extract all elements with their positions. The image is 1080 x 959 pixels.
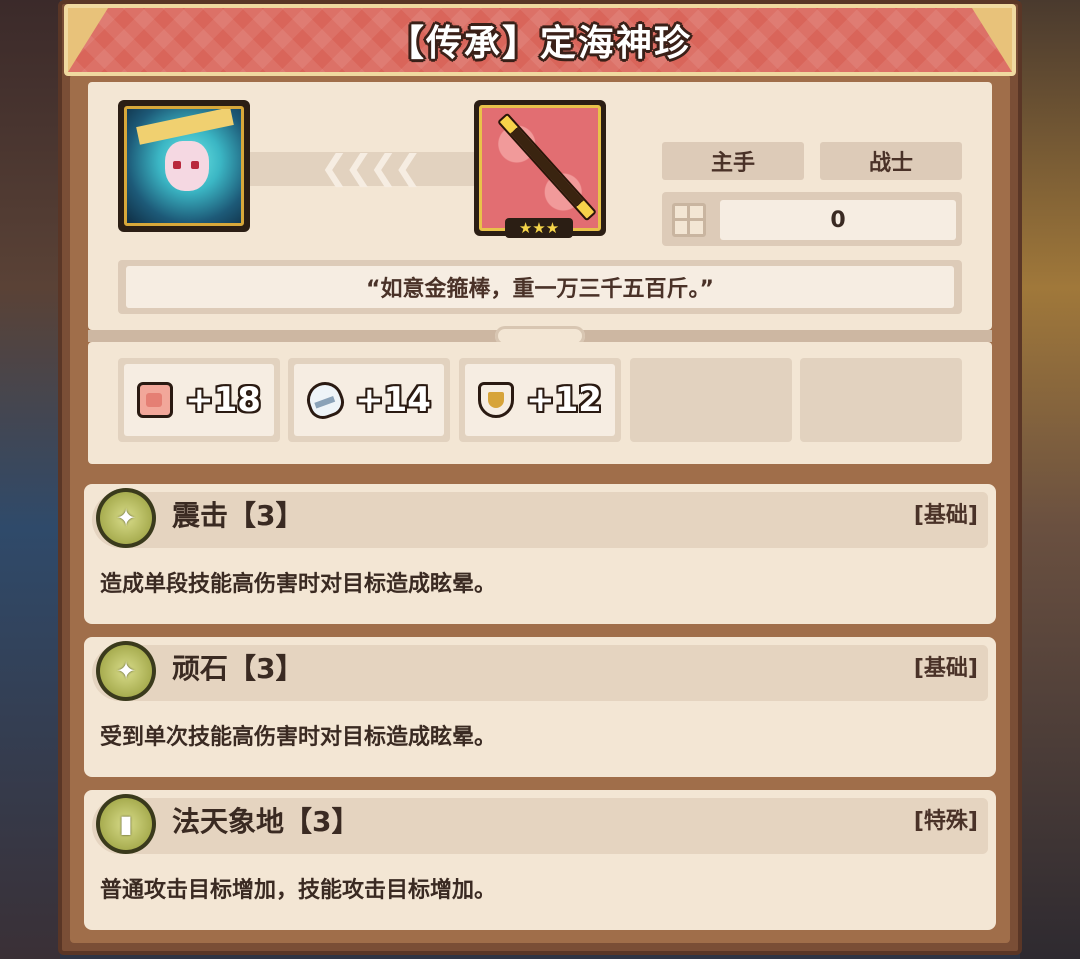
skill-card[interactable]: ✦ 震击【3】 [基础] 造成单段技能高伤害时对目标造成眩晕。 bbox=[84, 484, 996, 624]
item-quote: “如意金箍棒，重一万三千五百斤。” bbox=[126, 266, 954, 308]
stat-value: +18 bbox=[185, 380, 261, 420]
stat-empty-slot bbox=[800, 358, 962, 442]
title-banner: 【传承】定海神珍 bbox=[64, 4, 1016, 76]
shoe-icon bbox=[302, 376, 349, 424]
stat-speed[interactable]: +14 bbox=[288, 358, 450, 442]
skill-type: [特殊] bbox=[913, 809, 978, 834]
star-icon: ★ bbox=[518, 218, 533, 237]
stat-value: +14 bbox=[355, 380, 431, 420]
star-icon: ★ bbox=[545, 218, 560, 237]
background-right bbox=[1020, 0, 1080, 959]
skill-type: [基础] bbox=[913, 656, 978, 681]
slot-tag: 主手 bbox=[662, 142, 804, 180]
skill-card[interactable]: ▮ 法天象地【3】 [特殊] 普通攻击目标增加，技能攻击目标增加。 bbox=[84, 790, 996, 930]
item-slot[interactable] bbox=[474, 100, 606, 236]
skill-description: 受到单次技能高伤害时对目标造成眩晕。 bbox=[100, 725, 497, 750]
skill-name: 震击【3】 bbox=[172, 499, 304, 532]
star-icon: ★ bbox=[532, 218, 546, 237]
ornament-divider bbox=[88, 326, 992, 346]
background-left bbox=[0, 0, 60, 959]
skill-card[interactable]: ✦ 顽石【3】 [基础] 受到单次技能高伤害时对目标造成眩晕。 bbox=[84, 637, 996, 777]
grid-icon bbox=[672, 203, 706, 237]
pillar-medal-icon: ▮ bbox=[96, 794, 156, 854]
stat-empty-slot bbox=[630, 358, 792, 442]
skill-type: [基础] bbox=[913, 503, 978, 528]
golden-staff-icon bbox=[496, 112, 598, 222]
skill-description: 普通攻击目标增加，技能攻击目标增加。 bbox=[100, 878, 497, 903]
stat-attack[interactable]: +18 bbox=[118, 358, 280, 442]
hero-avatar bbox=[124, 106, 244, 226]
stat-value: +12 bbox=[526, 380, 602, 420]
power-value: 0 bbox=[720, 200, 956, 240]
hero-portrait[interactable] bbox=[118, 100, 250, 232]
class-tag: 战士 bbox=[820, 142, 962, 180]
chevron-left-icon: ❮❮❮❮ bbox=[320, 148, 422, 188]
page-title: 【传承】定海神珍 bbox=[387, 23, 692, 64]
shield-icon bbox=[478, 382, 515, 418]
skill-description: 造成单段技能高伤害时对目标造成眩晕。 bbox=[100, 572, 497, 597]
skill-name: 法天象地【3】 bbox=[172, 805, 360, 838]
fist-icon bbox=[137, 382, 174, 418]
rarity-stars: ★ ★ ★ bbox=[505, 218, 573, 238]
stat-defense[interactable]: +12 bbox=[459, 358, 621, 442]
item-background bbox=[479, 105, 601, 231]
skill-name: 顽石【3】 bbox=[172, 652, 304, 685]
sparkle-medal-icon: ✦ bbox=[96, 488, 156, 548]
sparkle-medal-icon: ✦ bbox=[96, 641, 156, 701]
